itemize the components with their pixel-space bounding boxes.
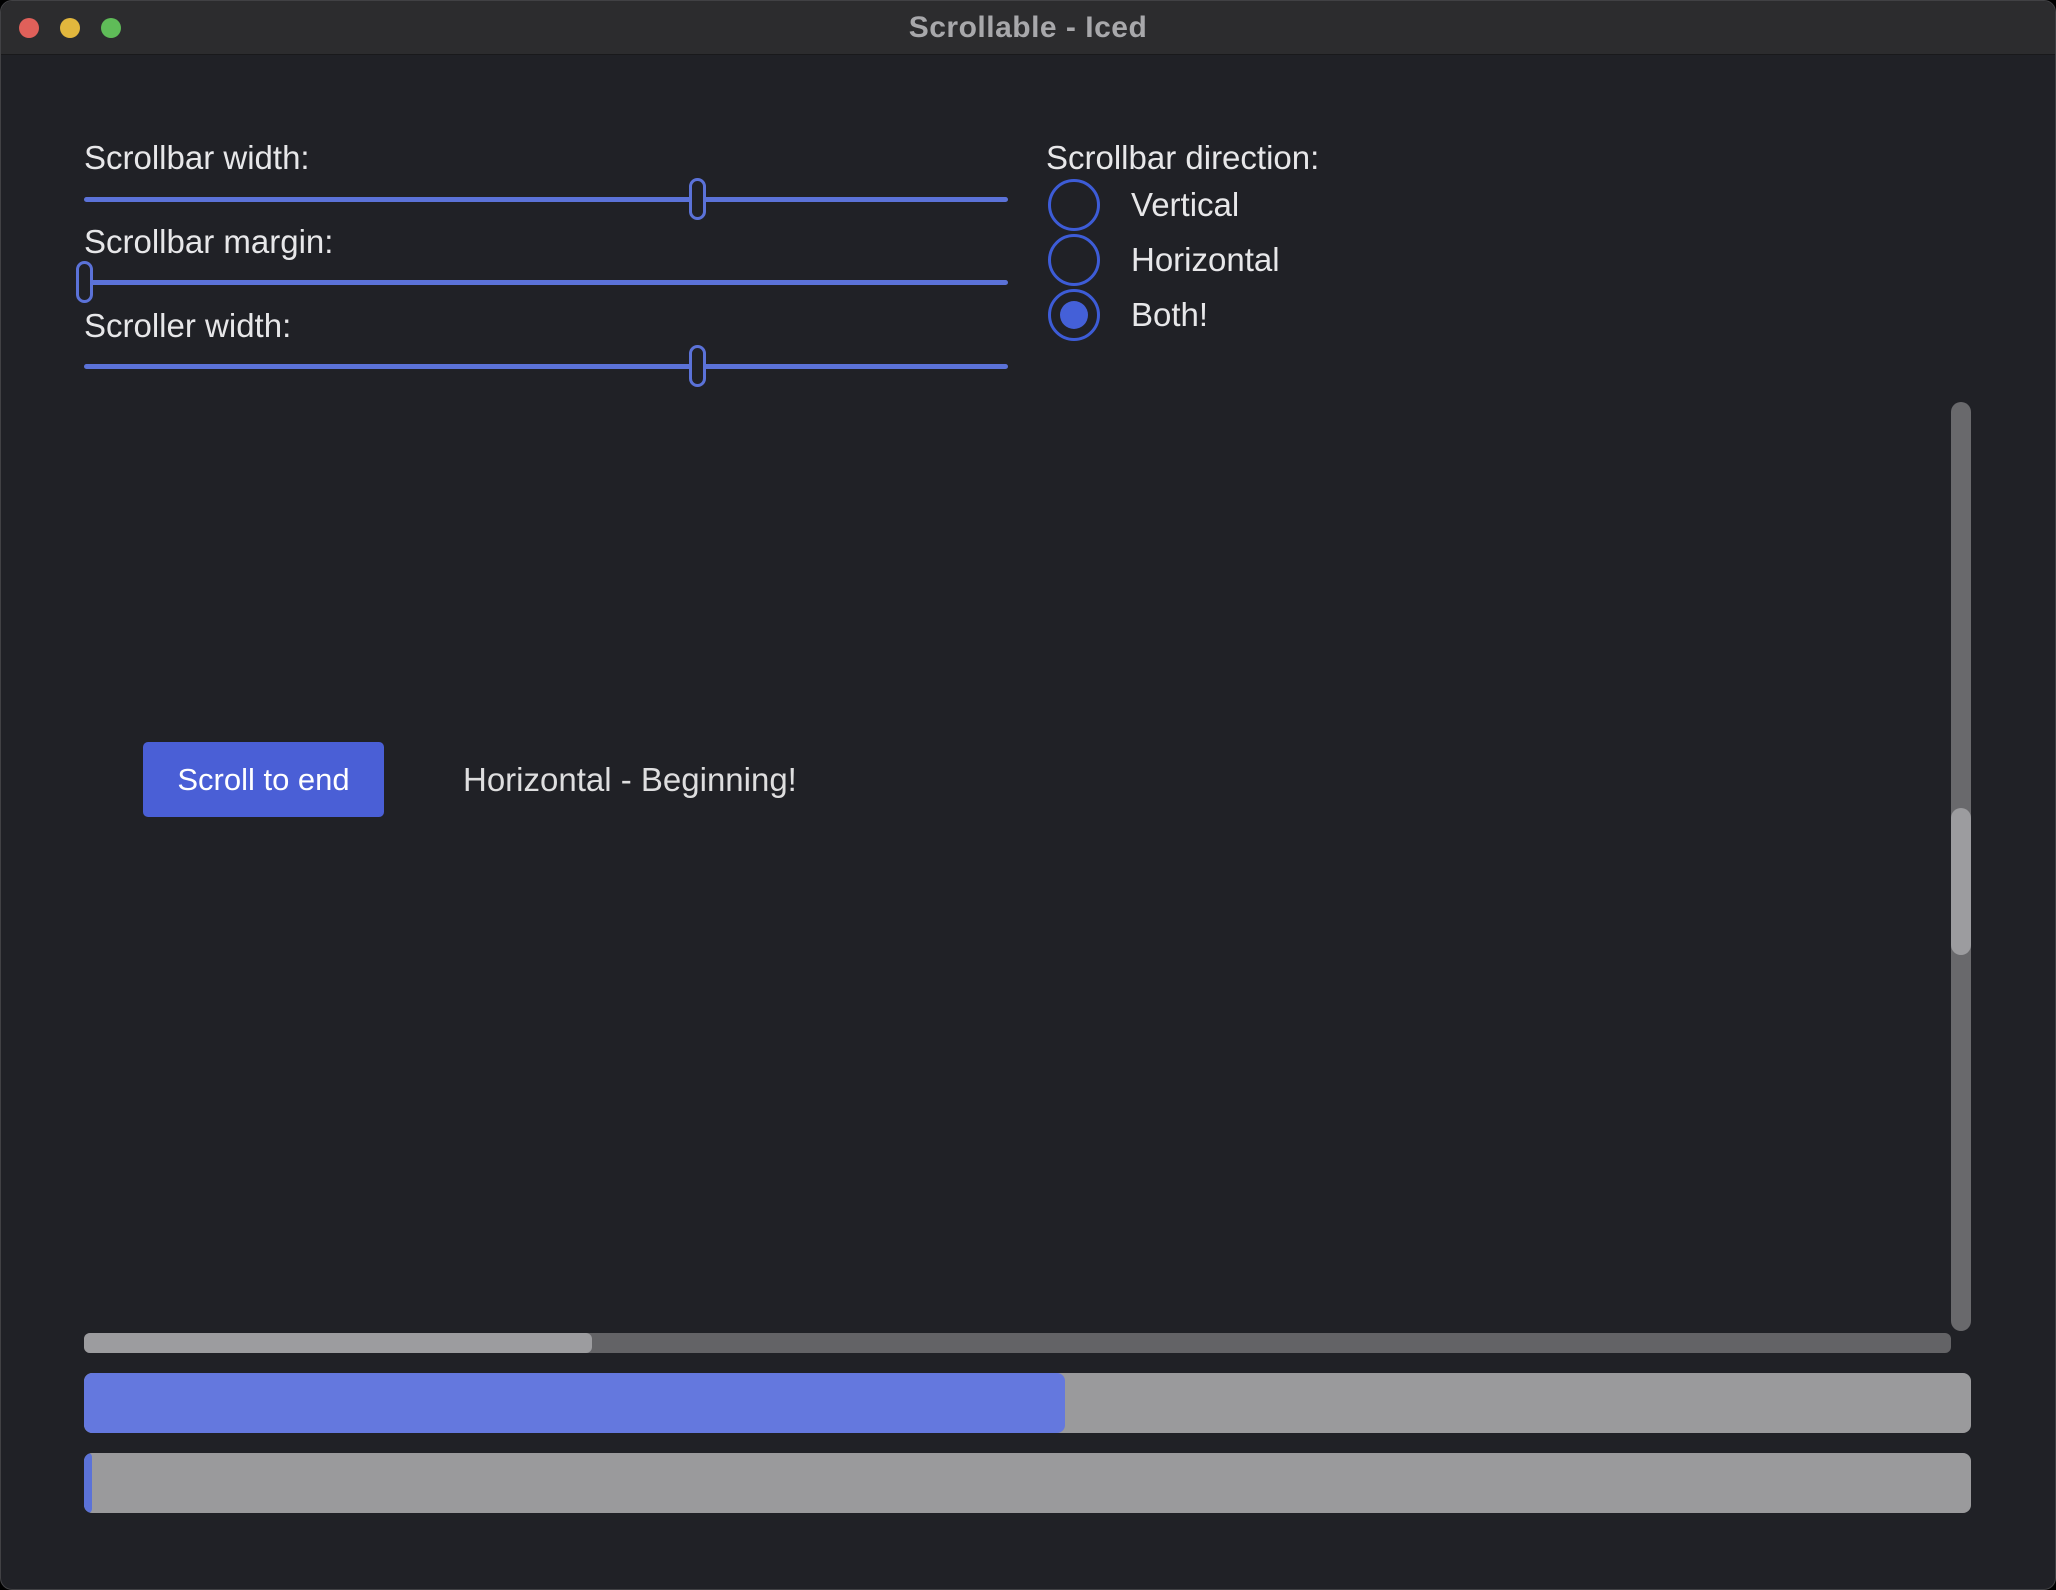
app-window: Scrollable - Iced Scrollbar width: Scrol… xyxy=(0,0,2056,1590)
window-title: Scrollable - Iced xyxy=(1,1,2055,55)
radio-circle-icon[interactable] xyxy=(1048,179,1100,231)
vertical-progress-bar xyxy=(84,1373,1971,1433)
radio-circle-icon[interactable] xyxy=(1048,289,1100,341)
slider-rail[interactable] xyxy=(84,364,1008,369)
radio-selected-dot xyxy=(1060,301,1088,329)
vertical-scrollbar-thumb[interactable] xyxy=(1951,808,1971,955)
scrollbar-margin-label: Scrollbar margin: xyxy=(84,222,333,262)
slider-rail[interactable] xyxy=(84,197,1008,202)
slider-rail[interactable] xyxy=(84,280,1008,285)
horizontal-scroll-status-text: Horizontal - Beginning! xyxy=(463,760,797,800)
scrollbar-width-slider[interactable] xyxy=(84,178,1008,220)
scrollbar-margin-slider[interactable] xyxy=(84,261,1008,303)
progress-fill xyxy=(84,1453,92,1513)
progress-fill xyxy=(84,1373,1065,1433)
slider-handle[interactable] xyxy=(689,178,706,220)
radio-label: Horizontal xyxy=(1131,241,1280,279)
scrollbar-direction-group: Vertical Horizontal Both! xyxy=(1048,179,1280,341)
radio-circle-icon[interactable] xyxy=(1048,234,1100,286)
radio-option-both[interactable]: Both! xyxy=(1048,289,1280,341)
slider-handle[interactable] xyxy=(689,345,706,387)
radio-option-vertical[interactable]: Vertical xyxy=(1048,179,1280,231)
scroller-width-label: Scroller width: xyxy=(84,306,291,346)
radio-label: Both! xyxy=(1131,296,1208,334)
scroller-width-slider[interactable] xyxy=(84,345,1008,387)
scrollbar-direction-label: Scrollbar direction: xyxy=(1046,138,1319,178)
horizontal-progress-bar xyxy=(84,1453,1971,1513)
title-bar: Scrollable - Iced xyxy=(1,1,2055,55)
radio-label: Vertical xyxy=(1131,186,1239,224)
radio-option-horizontal[interactable]: Horizontal xyxy=(1048,234,1280,286)
scroll-to-end-button[interactable]: Scroll to end xyxy=(143,742,384,817)
slider-handle[interactable] xyxy=(76,261,93,303)
horizontal-scrollbar-thumb[interactable] xyxy=(84,1333,592,1353)
scrollbar-width-label: Scrollbar width: xyxy=(84,138,310,178)
vertical-scrollbar-track[interactable] xyxy=(1951,402,1971,1331)
horizontal-scrollbar-track[interactable] xyxy=(84,1333,1951,1353)
